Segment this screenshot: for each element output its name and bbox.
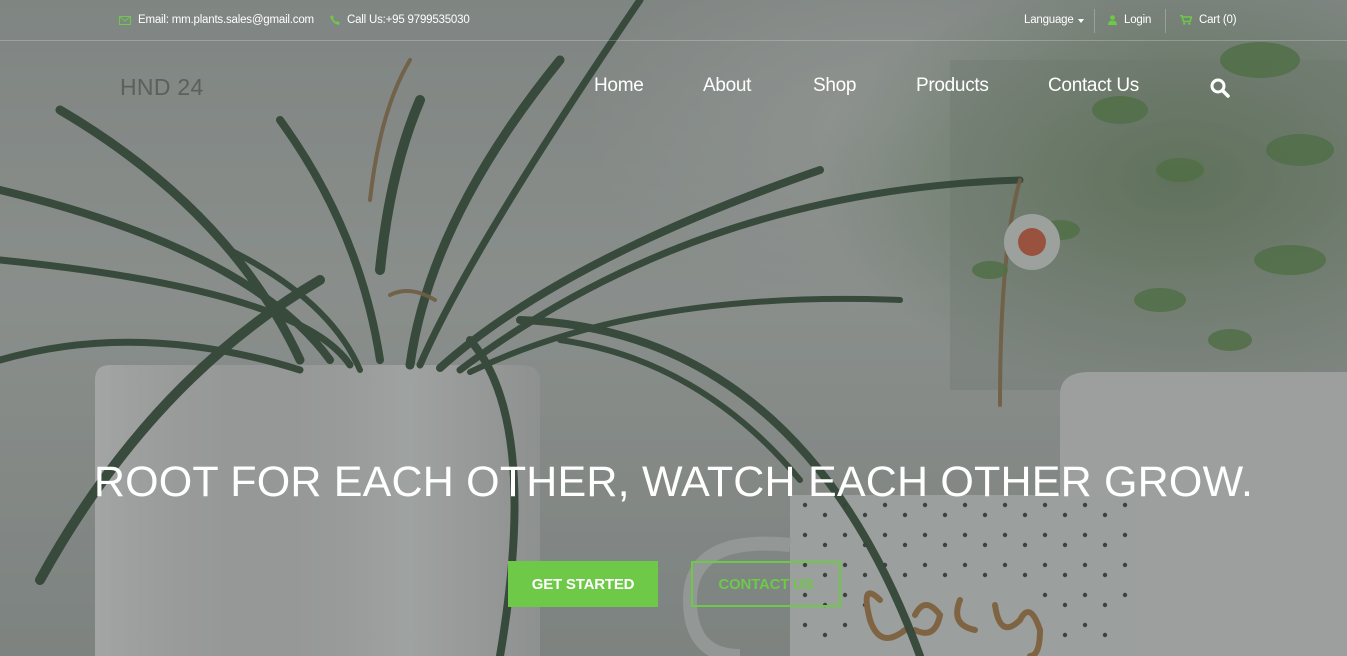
get-started-button[interactable]: GET STARTED [508,561,658,607]
divider [1094,9,1095,33]
envelope-icon [119,15,131,25]
search-icon [1210,78,1230,98]
nav-shop[interactable]: Shop [813,75,856,97]
phone-text: Call Us:+95 9799535030 [347,14,470,26]
caret-down-icon [1077,18,1084,23]
top-bar: Email: mm.plants.sales@gmail.com Call Us… [0,0,1347,41]
site-logo[interactable]: HND 24 [120,74,204,101]
phone-icon [330,15,340,25]
language-dropdown[interactable]: Language [1024,14,1084,26]
login-label: Login [1124,14,1152,26]
nav-products[interactable]: Products [916,75,989,97]
divider [1165,9,1166,33]
nav-about[interactable]: About [703,75,751,97]
phone-contact[interactable]: Call Us:+95 9799535030 [330,14,470,26]
hero-headline: ROOT FOR EACH OTHER, WATCH EACH OTHER GR… [93,458,1254,506]
language-label: Language [1024,14,1074,26]
search-button[interactable] [1210,78,1230,103]
cart-icon [1180,15,1192,25]
contact-us-button[interactable]: CONTACT US [691,561,841,607]
cart-link[interactable]: Cart (0) [1180,14,1237,26]
email-contact[interactable]: Email: mm.plants.sales@gmail.com [119,14,314,26]
cart-label: Cart (0) [1199,14,1237,26]
email-text: Email: mm.plants.sales@gmail.com [138,14,314,26]
user-icon [1108,15,1117,25]
nav-home[interactable]: Home [594,75,644,97]
nav-contact-us[interactable]: Contact Us [1048,75,1139,97]
login-link[interactable]: Login [1108,14,1151,26]
